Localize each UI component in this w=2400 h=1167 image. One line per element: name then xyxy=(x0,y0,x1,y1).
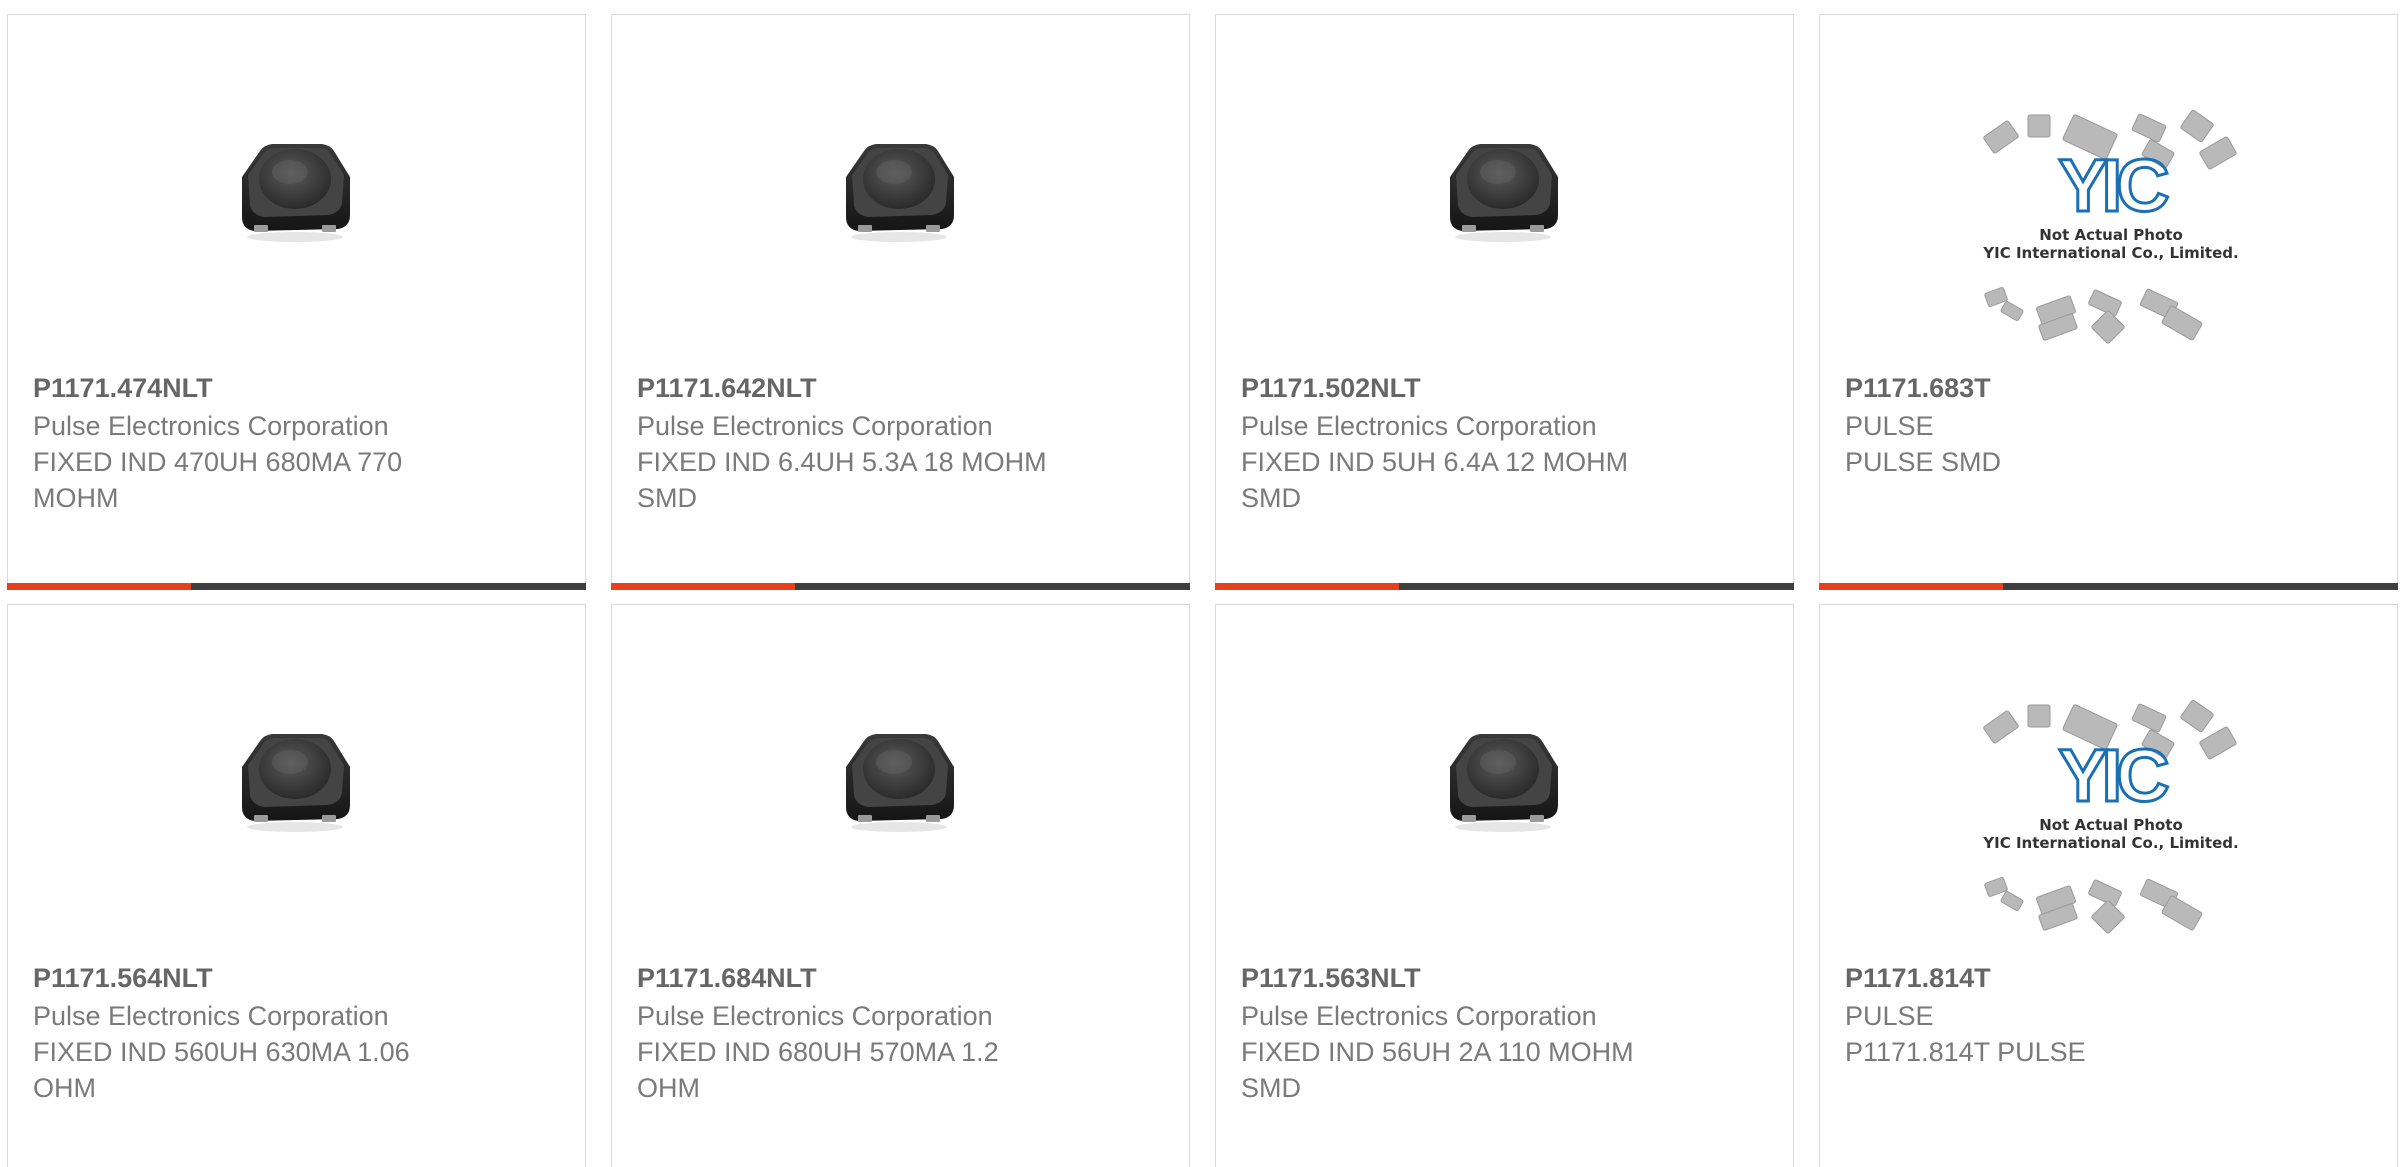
card-bottom-bar xyxy=(7,583,586,590)
product-info: P1171.474NLT Pulse Electronics Corporati… xyxy=(33,370,453,516)
product-image[interactable] xyxy=(193,675,397,879)
product-image[interactable] xyxy=(193,85,397,289)
accent-bar xyxy=(611,583,795,590)
manufacturer: Pulse Electronics Corporation xyxy=(637,1001,993,1031)
product-info: P1171.684NLT Pulse Electronics Corporati… xyxy=(637,960,1057,1106)
product-card[interactable]: P1171.563NLT Pulse Electronics Corporati… xyxy=(1215,604,1794,1167)
inductor-icon xyxy=(242,144,350,242)
product-card[interactable]: YIC Not Actual Photo YIC International C… xyxy=(1819,14,2398,590)
card-bottom-bar xyxy=(611,583,1190,590)
accent-bar xyxy=(1819,583,2003,590)
description: FIXED IND 680UH 570MA 1.2 OHM xyxy=(637,1037,999,1103)
description: FIXED IND 5UH 6.4A 12 MOHM SMD xyxy=(1241,447,1629,513)
product-info: P1171.683T PULSE PULSE SMD xyxy=(1845,370,2265,480)
product-card[interactable]: P1171.564NLT Pulse Electronics Corporati… xyxy=(7,604,586,1167)
description: PULSE SMD xyxy=(1845,447,2002,477)
svg-text:Not Actual Photo: Not Actual Photo xyxy=(2039,816,2183,834)
part-number[interactable]: P1171.474NLT xyxy=(33,370,453,406)
accent-bar xyxy=(7,583,191,590)
manufacturer: Pulse Electronics Corporation xyxy=(33,1001,389,1031)
accent-bar xyxy=(1215,583,1399,590)
product-card[interactable]: P1171.642NLT Pulse Electronics Corporati… xyxy=(611,14,1190,590)
inductor-icon xyxy=(242,734,350,832)
inductor-icon xyxy=(1450,734,1558,832)
card-bottom-bar xyxy=(1215,583,1794,590)
description: FIXED IND 470UH 680MA 770 MOHM xyxy=(33,447,403,513)
svg-text:YIC: YIC xyxy=(2058,144,2168,227)
manufacturer: Pulse Electronics Corporation xyxy=(33,411,389,441)
product-info: P1171.642NLT Pulse Electronics Corporati… xyxy=(637,370,1057,516)
manufacturer: PULSE xyxy=(1845,411,1934,441)
svg-text:YIC International Co., Limited: YIC International Co., Limited. xyxy=(1982,244,2238,262)
product-info: P1171.814T PULSE P1171.814T PULSE xyxy=(1845,960,2265,1070)
svg-text:Not Actual Photo: Not Actual Photo xyxy=(2039,226,2183,244)
product-card[interactable]: P1171.474NLT Pulse Electronics Corporati… xyxy=(7,14,586,590)
part-number[interactable]: P1171.642NLT xyxy=(637,370,1057,406)
inductor-icon xyxy=(1450,144,1558,242)
inductor-icon xyxy=(846,734,954,832)
manufacturer: Pulse Electronics Corporation xyxy=(637,411,993,441)
product-image[interactable] xyxy=(1401,85,1605,289)
product-image[interactable] xyxy=(797,675,1001,879)
part-number[interactable]: P1171.684NLT xyxy=(637,960,1057,996)
product-info: P1171.563NLT Pulse Electronics Corporati… xyxy=(1241,960,1661,1106)
part-number[interactable]: P1171.563NLT xyxy=(1241,960,1661,996)
product-card[interactable]: P1171.502NLT Pulse Electronics Corporati… xyxy=(1215,14,1794,590)
product-card[interactable]: P1171.684NLT Pulse Electronics Corporati… xyxy=(611,604,1190,1167)
svg-text:YIC International Co., Limited: YIC International Co., Limited. xyxy=(1982,834,2238,852)
part-number[interactable]: P1171.814T xyxy=(1845,960,2265,996)
card-bottom-bar xyxy=(1819,583,2398,590)
part-number[interactable]: P1171.502NLT xyxy=(1241,370,1661,406)
part-number[interactable]: P1171.683T xyxy=(1845,370,2265,406)
product-image[interactable] xyxy=(797,85,1001,289)
product-info: P1171.564NLT Pulse Electronics Corporati… xyxy=(33,960,453,1106)
product-info: P1171.502NLT Pulse Electronics Corporati… xyxy=(1241,370,1661,516)
manufacturer: PULSE xyxy=(1845,1001,1934,1031)
product-image[interactable]: YIC Not Actual Photo YIC International C… xyxy=(1966,105,2256,355)
product-card[interactable]: YIC Not Actual Photo YIC International C… xyxy=(1819,604,2398,1167)
part-number[interactable]: P1171.564NLT xyxy=(33,960,453,996)
product-grid: P1171.474NLT Pulse Electronics Corporati… xyxy=(0,0,2400,1167)
product-image[interactable]: YIC Not Actual Photo YIC International C… xyxy=(1966,695,2256,945)
placeholder-image: YIC Not Actual Photo YIC International C… xyxy=(1982,109,2239,344)
inductor-icon xyxy=(846,144,954,242)
description: FIXED IND 56UH 2A 110 MOHM SMD xyxy=(1241,1037,1634,1103)
placeholder-image: YIC Not Actual Photo YIC International C… xyxy=(1982,699,2239,934)
description: FIXED IND 560UH 630MA 1.06 OHM xyxy=(33,1037,410,1103)
product-image[interactable] xyxy=(1401,675,1605,879)
manufacturer: Pulse Electronics Corporation xyxy=(1241,1001,1597,1031)
description: FIXED IND 6.4UH 5.3A 18 MOHM SMD xyxy=(637,447,1047,513)
svg-text:YIC: YIC xyxy=(2058,734,2168,817)
description: P1171.814T PULSE xyxy=(1845,1037,2086,1067)
manufacturer: Pulse Electronics Corporation xyxy=(1241,411,1597,441)
